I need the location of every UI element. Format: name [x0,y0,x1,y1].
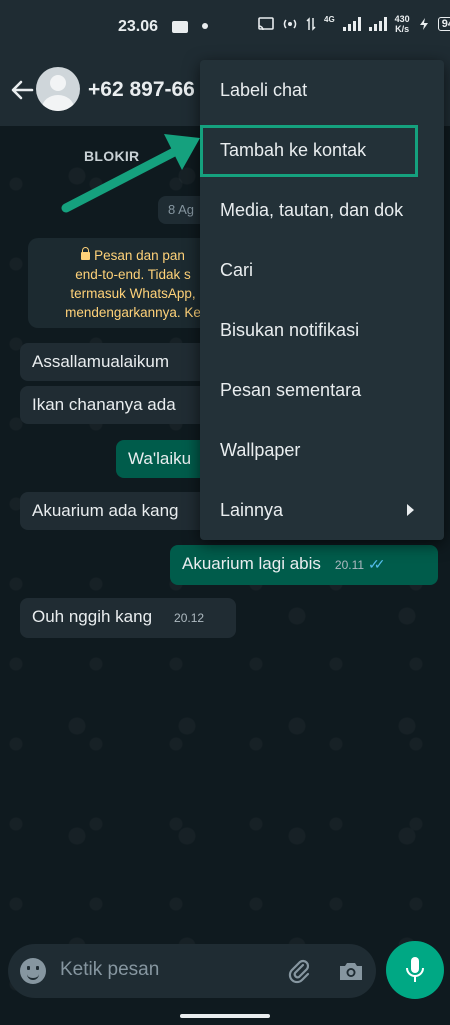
mic-icon [406,957,424,982]
network-speed: 430 K/s [394,14,410,34]
voice-message-button[interactable] [386,941,444,999]
signal-bars-icon [342,17,361,31]
camera-icon[interactable] [338,959,364,983]
menu-item-mute-notifications[interactable]: Bisukan notifikasi [200,300,444,360]
status-bar: 23.06 4G 430K/s 94 [0,0,450,56]
attach-icon[interactable] [286,958,312,984]
incoming-message[interactable]: Akuarium ada kang [20,492,210,530]
message-time: 20.11 [334,558,365,572]
menu-item-more[interactable]: Lainnya [200,480,444,540]
emoji-icon[interactable] [20,958,46,984]
menu-item-more-label: Lainnya [220,500,284,520]
double-check-icon: ✓✓ [368,556,386,572]
menu-item-add-to-contacts[interactable]: Tambah ke kontak [200,120,444,180]
message-text: Wa'laiku [128,449,192,468]
message-notification-icon [172,21,188,33]
avatar-icon[interactable] [36,67,80,111]
lock-icon [81,247,91,260]
menu-item-disappearing-messages[interactable]: Pesan sementara [200,360,444,420]
contact-name[interactable]: +62 897-66 [88,78,203,102]
chevron-right-icon [407,504,414,516]
message-text: Ikan chananya ada [32,395,176,414]
signal-bars-2-icon [368,17,387,31]
menu-item-media-links-docs[interactable]: Media, tautan, dan dok [200,180,444,240]
outgoing-message[interactable]: Wa'laiku [116,440,210,478]
menu-item-label-chat[interactable]: Labeli chat [200,60,444,120]
message-text: Akuarium lagi abis [182,554,321,573]
status-time: 23.06 [118,18,159,35]
message-input[interactable]: Ketik pesan [60,959,159,981]
cast-icon [258,17,274,31]
overflow-menu: Labeli chat Tambah ke kontak Media, taut… [200,60,444,540]
message-composer: Ketik pesan [8,944,376,998]
message-text: Assallamualaikum [32,352,169,371]
incoming-message[interactable]: Assallamualaikum [20,343,210,381]
outgoing-message[interactable]: Akuarium lagi abis 20.11 ✓✓ [170,545,438,585]
message-text: Ouh nggih kang [32,607,153,626]
incoming-message[interactable]: Ouh nggih kang 20.12 [20,598,236,638]
gesture-bar[interactable] [180,1014,270,1018]
block-button[interactable]: BLOKIR [84,148,139,164]
back-arrow-icon[interactable] [8,76,36,104]
notification-dot-icon [202,23,208,29]
incoming-message[interactable]: Ikan chananya ada [20,386,210,424]
message-time: 20.12 [174,611,205,625]
menu-item-search[interactable]: Cari [200,240,444,300]
hotspot-icon [283,19,297,29]
network-type: 4G [324,14,335,24]
menu-item-wallpaper[interactable]: Wallpaper [200,420,444,480]
battery-level: 94 [437,17,450,31]
data-transfer-icon [306,17,316,31]
charging-icon [419,18,428,30]
status-icons: 4G 430K/s 94 [258,14,450,34]
message-text: Akuarium ada kang [32,501,179,520]
